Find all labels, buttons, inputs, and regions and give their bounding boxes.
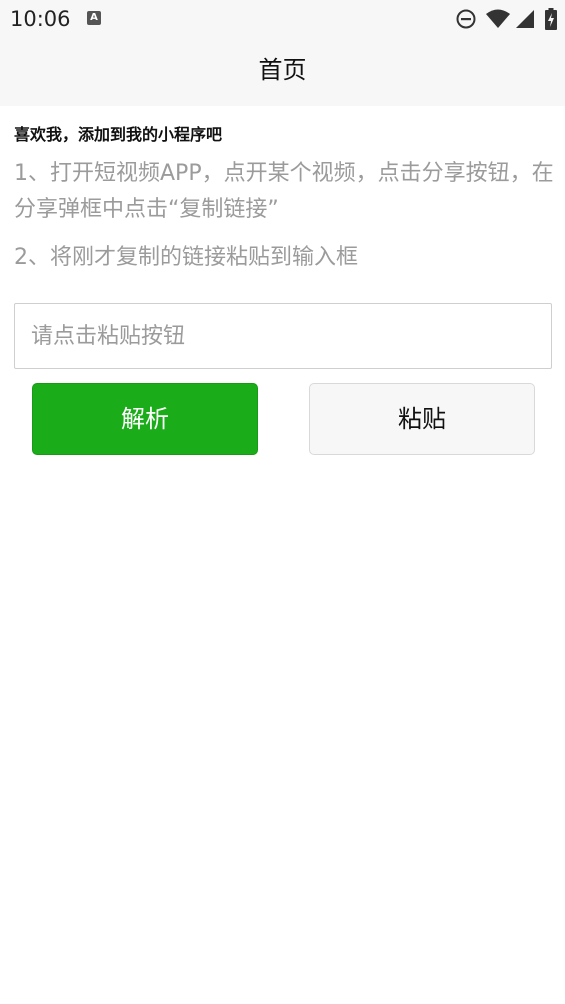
parse-button[interactable]: 解析 (32, 383, 258, 455)
link-input[interactable] (14, 303, 552, 369)
top-bar: 10:06 A 首页 (0, 0, 565, 106)
cell-signal-icon (515, 9, 535, 29)
instruction-step-1: 1、打开短视频APP，点开某个视频，点击分享按钮，在分享弹框中点击“复制链接” (14, 161, 554, 222)
intro-text: 喜欢我，添加到我的小程序吧 (14, 125, 223, 144)
paste-button[interactable]: 粘贴 (309, 383, 535, 455)
do-not-disturb-icon (455, 8, 477, 30)
battery-charging-icon (545, 8, 557, 30)
status-time: 10:06 (10, 7, 71, 31)
status-bar: 10:06 A (0, 0, 565, 38)
main-content: 喜欢我，添加到我的小程序吧 1、打开短视频APP，点开某个视频，点击分享按钮，在… (14, 106, 554, 276)
notification-a-icon: A (87, 11, 101, 25)
status-icons (455, 8, 557, 30)
wifi-icon (485, 9, 511, 29)
page-title: 首页 (258, 56, 307, 84)
instruction-step-2: 2、将刚才复制的链接粘贴到输入框 (14, 245, 358, 270)
